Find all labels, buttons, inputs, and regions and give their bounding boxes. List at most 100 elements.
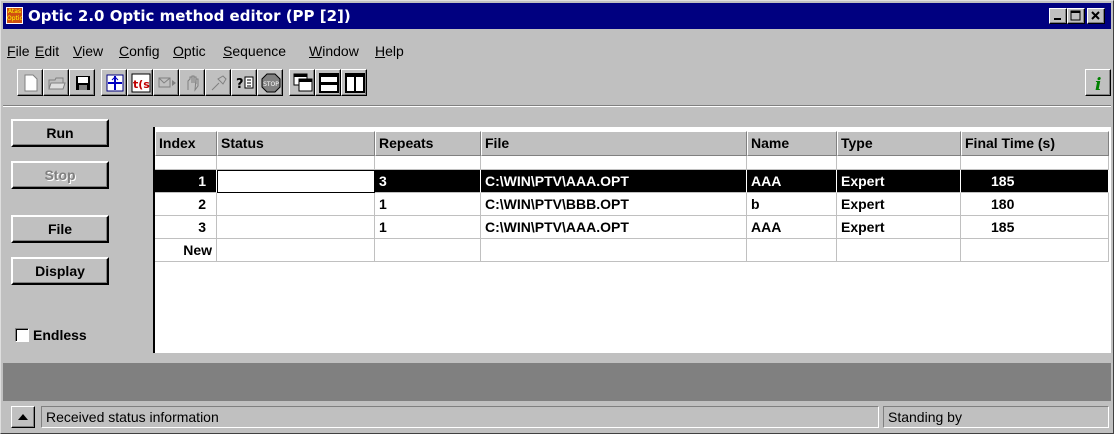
- table-row[interactable]: 2 1 C:\WIN\PTV\BBB.OPT b Expert 180: [155, 193, 1109, 216]
- cascade-button[interactable]: [289, 69, 315, 96]
- table-cell[interactable]: [837, 156, 961, 170]
- new-row-label[interactable]: New: [155, 239, 217, 262]
- app-icon[interactable]: Atas Optic: [6, 7, 23, 24]
- menu-config[interactable]: Config: [119, 43, 159, 59]
- crosshair-button[interactable]: [101, 69, 127, 96]
- query-button[interactable]: ?: [231, 69, 257, 96]
- save-disk-icon: [76, 76, 90, 90]
- table-cell-file[interactable]: C:\WIN\PTV\BBB.OPT: [481, 193, 747, 216]
- info-button[interactable]: i: [1085, 69, 1111, 96]
- pin-button[interactable]: [205, 69, 231, 96]
- title-bar[interactable]: Atas Optic Optic 2.0 Optic method editor…: [3, 3, 1111, 29]
- table-cell[interactable]: [217, 156, 375, 170]
- column-header[interactable]: Final Time (s): [961, 131, 1109, 156]
- table-cell-status[interactable]: [217, 216, 375, 239]
- minimize-icon: [1054, 18, 1061, 20]
- table-row[interactable]: 3 1 C:\WIN\PTV\AAA.OPT AAA Expert 185: [155, 216, 1109, 239]
- new-button[interactable]: [17, 69, 43, 96]
- run-button[interactable]: Run: [11, 119, 109, 147]
- menu-help[interactable]: Help: [375, 43, 404, 59]
- table-cell-name[interactable]: AAA: [747, 170, 837, 193]
- table-cell[interactable]: [375, 239, 481, 262]
- menu-label-rest: ile: [15, 43, 30, 59]
- menu-label-rest: equence: [232, 43, 287, 59]
- menu-window[interactable]: Window: [309, 43, 359, 59]
- table-cell[interactable]: [747, 239, 837, 262]
- maximize-icon: [1070, 10, 1081, 21]
- table-cell-type[interactable]: Expert: [837, 216, 961, 239]
- table-row[interactable]: [155, 156, 1109, 170]
- hand-icon: [187, 75, 199, 92]
- table-cell-index[interactable]: 1: [155, 170, 217, 193]
- column-header[interactable]: File: [481, 131, 747, 156]
- menu-edit[interactable]: Edit: [35, 43, 59, 59]
- table-cell-status[interactable]: [217, 193, 375, 216]
- table-cell[interactable]: [837, 239, 961, 262]
- table-cell-type[interactable]: Expert: [837, 170, 961, 193]
- table-row[interactable]: New: [155, 239, 1109, 262]
- column-header[interactable]: Index: [155, 131, 217, 156]
- info-icon: i: [1095, 75, 1101, 93]
- close-icon: [1091, 11, 1100, 20]
- table-cell[interactable]: [481, 239, 747, 262]
- checkbox-box[interactable]: [15, 328, 29, 342]
- maximize-button[interactable]: [1067, 8, 1085, 24]
- status-message: Received status information: [41, 406, 879, 428]
- menu-bar: File Edit View Config Optic Sequence Window Hel…: [3, 41, 1111, 61]
- menu-accelerator: E: [35, 43, 45, 59]
- tile-vertical-button[interactable]: [341, 69, 367, 96]
- table-cell-status[interactable]: [217, 170, 375, 193]
- open-folder-icon: [48, 77, 66, 90]
- minimize-button[interactable]: [1049, 8, 1067, 24]
- time-program-icon: t(s): [131, 73, 151, 93]
- table-cell[interactable]: [155, 156, 217, 170]
- display-button[interactable]: Display: [11, 257, 109, 285]
- file-button[interactable]: File: [11, 215, 109, 243]
- table-cell[interactable]: [961, 156, 1109, 170]
- table-cell-repeats[interactable]: 1: [375, 193, 481, 216]
- send-button[interactable]: [153, 69, 179, 96]
- menu-optic[interactable]: Optic: [173, 43, 206, 59]
- table-cell-file[interactable]: C:\WIN\PTV\AAA.OPT: [481, 216, 747, 239]
- column-header[interactable]: Status: [217, 131, 375, 156]
- column-header[interactable]: Name: [747, 131, 837, 156]
- table-cell[interactable]: [217, 239, 375, 262]
- tile-horizontal-button[interactable]: [315, 69, 341, 96]
- expand-button[interactable]: [11, 406, 35, 428]
- table-cell[interactable]: [375, 156, 481, 170]
- menu-sequence[interactable]: Sequence: [223, 43, 286, 59]
- close-button[interactable]: [1087, 8, 1105, 24]
- table-cell-index[interactable]: 2: [155, 193, 217, 216]
- table-cell-final-time[interactable]: 180: [961, 193, 1109, 216]
- stop-toolbar-button[interactable]: STOP: [257, 69, 283, 96]
- open-button[interactable]: [43, 69, 69, 96]
- table-cell[interactable]: [481, 156, 747, 170]
- info-label: i: [1095, 75, 1101, 93]
- menu-file[interactable]: File: [7, 43, 30, 59]
- table-cell-name[interactable]: b: [747, 193, 837, 216]
- window-title: Optic 2.0 Optic method editor (PP [2]): [28, 7, 351, 25]
- table-cell[interactable]: [747, 156, 837, 170]
- hand-button[interactable]: [179, 69, 205, 96]
- column-header[interactable]: Type: [837, 131, 961, 156]
- table-cell-final-time[interactable]: 185: [961, 170, 1109, 193]
- time-program-button[interactable]: t(s): [127, 69, 153, 96]
- table-row[interactable]: 1 3 C:\WIN\PTV\AAA.OPT AAA Expert 185: [155, 170, 1109, 193]
- stop-button[interactable]: Stop: [11, 161, 109, 189]
- table-cell-repeats[interactable]: 3: [375, 170, 481, 193]
- table-cell-name[interactable]: AAA: [747, 216, 837, 239]
- table-cell-index[interactable]: 3: [155, 216, 217, 239]
- table-cell-type[interactable]: Expert: [837, 193, 961, 216]
- save-button[interactable]: [69, 69, 95, 96]
- column-header[interactable]: Repeats: [375, 131, 481, 156]
- tile-vertical-icon: [345, 73, 365, 93]
- table-cell-final-time[interactable]: 185: [961, 216, 1109, 239]
- table-cell-file[interactable]: C:\WIN\PTV\AAA.OPT: [481, 170, 747, 193]
- crosshair-icon: [106, 74, 124, 92]
- menu-label-rest: onfig: [129, 43, 160, 59]
- menu-accelerator: S: [223, 43, 233, 59]
- table-cell[interactable]: [961, 239, 1109, 262]
- endless-checkbox[interactable]: Endless: [15, 327, 87, 343]
- table-cell-repeats[interactable]: 1: [375, 216, 481, 239]
- menu-view[interactable]: View: [73, 43, 103, 59]
